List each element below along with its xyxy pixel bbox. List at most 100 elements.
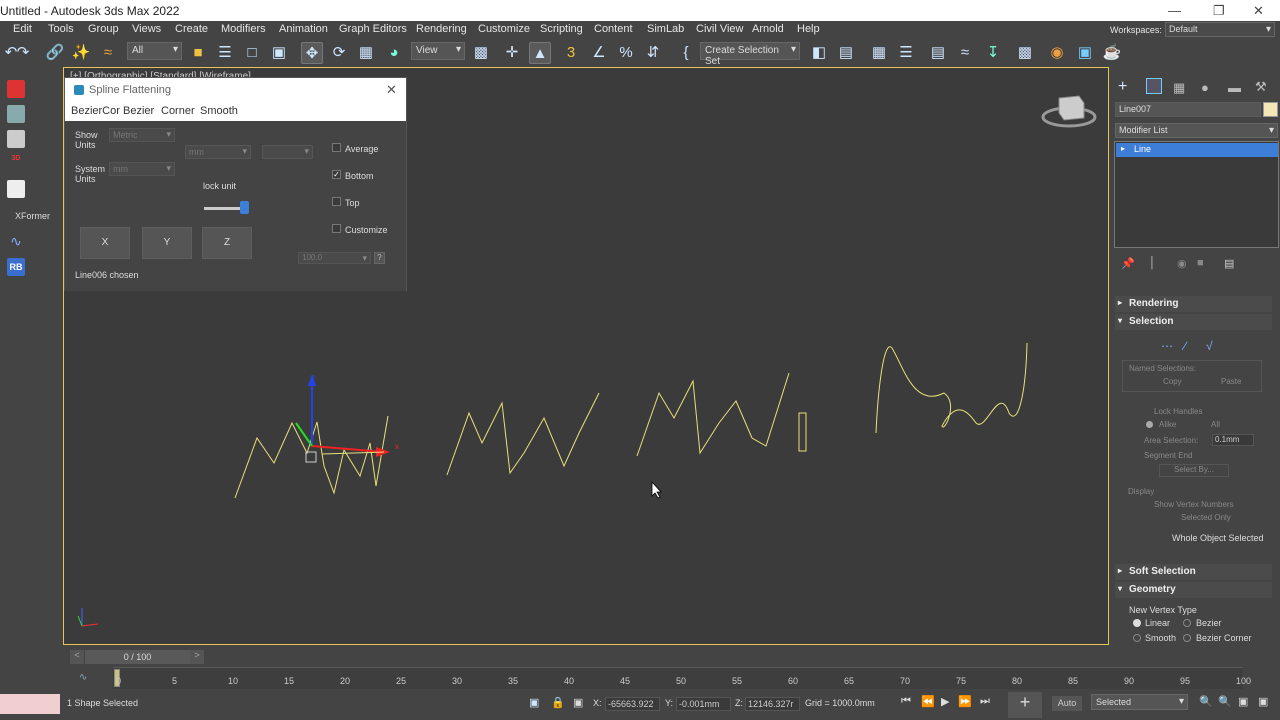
reference-coord-dropdown[interactable]: View <box>411 42 465 60</box>
menu-scripting[interactable]: Scripting <box>540 23 583 35</box>
percent-snap-icon[interactable]: % <box>615 42 637 64</box>
tab-smooth[interactable]: Smooth <box>200 105 238 117</box>
rect-selection-icon[interactable]: □ <box>241 42 263 64</box>
customize-value-spinner[interactable]: 100.0 <box>298 252 371 264</box>
auto-key-button[interactable]: Auto <box>1052 696 1082 711</box>
dialog-close-icon[interactable]: ✕ <box>386 82 397 98</box>
dialog-title-bar[interactable]: Spline Flattening ✕ <box>65 78 406 103</box>
menu-arnold[interactable]: Arnold <box>752 23 784 35</box>
lock-unit-slider-thumb[interactable] <box>240 201 249 214</box>
menu-simlab[interactable]: SimLab <box>647 23 684 35</box>
edit-named-selection-icon[interactable]: { <box>675 42 697 64</box>
all-label[interactable]: All <box>1211 420 1220 429</box>
schematic-view-icon[interactable]: ▩ <box>1014 42 1036 64</box>
select-by-button[interactable]: Select By... <box>1159 464 1229 477</box>
help-button[interactable]: ? <box>374 252 385 264</box>
xformer-label[interactable]: XFormer <box>15 211 50 221</box>
redo-icon[interactable]: ↷ <box>12 42 34 64</box>
place-icon[interactable]: ◕ <box>383 42 405 64</box>
scene-explorer-icon[interactable]: ▦ <box>868 42 890 64</box>
ribbon-icon[interactable]: ▤ <box>927 42 949 64</box>
object-color-swatch[interactable] <box>1263 102 1278 117</box>
bezier-corner-radio[interactable] <box>1183 634 1191 642</box>
selected-only-label[interactable]: Selected Only <box>1181 513 1231 522</box>
play-icon[interactable]: ▶ <box>941 695 949 708</box>
tab-corner[interactable]: Corner <box>161 105 195 117</box>
make-unique-icon[interactable]: ◉ <box>1177 257 1187 270</box>
close-window-icon[interactable]: ✕ <box>1253 3 1264 19</box>
create-tab-icon[interactable]: + <box>1118 78 1127 96</box>
3d-cad-icon[interactable]: 3D <box>7 155 25 173</box>
move-icon[interactable]: ✥ <box>301 42 323 64</box>
menu-civil-view[interactable]: Civil View <box>696 23 743 35</box>
lock-handles-label[interactable]: Lock Handles <box>1154 407 1202 416</box>
modifier-stack-item-line[interactable]: Line <box>1116 143 1278 157</box>
render-setup-icon[interactable]: ▣ <box>1074 42 1096 64</box>
motion-tab-icon[interactable]: ● <box>1201 80 1209 95</box>
tab-beziercor[interactable]: BezierCor <box>71 105 120 117</box>
smooth-radio[interactable] <box>1133 634 1141 642</box>
rb-icon[interactable]: RB <box>7 258 25 276</box>
alike-radio[interactable] <box>1146 421 1153 428</box>
prev-frame-button[interactable]: < <box>70 650 84 664</box>
mini-curve-editor-icon[interactable]: ∿ <box>79 672 87 683</box>
spline-tool-icon[interactable]: ∿ <box>7 233 25 251</box>
set-key-icon[interactable]: + <box>1008 692 1042 718</box>
modifier-list-dropdown[interactable]: Modifier List <box>1115 123 1278 138</box>
paste-button[interactable]: Paste <box>1221 377 1241 386</box>
time-slider[interactable]: 0 / 100 <box>85 650 190 664</box>
pin-stack-icon[interactable]: 📌 <box>1121 257 1135 270</box>
unit-sub-dropdown[interactable] <box>262 145 313 159</box>
absolute-mode-icon[interactable]: ▣ <box>573 696 583 709</box>
select-by-name-icon[interactable]: ☰ <box>214 42 236 64</box>
link-icon[interactable]: 🔗 <box>44 42 66 64</box>
selection-rollout[interactable]: Selection <box>1115 314 1272 330</box>
show-units-dropdown[interactable]: Metric <box>109 128 175 142</box>
spinner-snap-icon[interactable]: ⇵ <box>642 42 664 64</box>
maximize-viewport-icon[interactable]: ▣ <box>1258 695 1268 708</box>
geometry-rollout[interactable]: Geometry <box>1115 582 1272 598</box>
workspaces-dropdown[interactable]: Default <box>1165 22 1275 37</box>
dope-sheet-icon[interactable]: ↧ <box>982 42 1004 64</box>
isolate-selection-icon[interactable]: ▣ <box>529 696 539 709</box>
menu-content[interactable]: Content <box>594 23 633 35</box>
system-units-dropdown[interactable]: mm <box>109 162 175 176</box>
flatten-z-button[interactable]: Z <box>202 227 252 259</box>
align-icon[interactable]: ▤ <box>835 42 857 64</box>
copy-button[interactable]: Copy <box>1163 377 1182 386</box>
select-object-icon[interactable]: ■ <box>187 42 209 64</box>
restore-icon[interactable]: ❐ <box>1213 3 1225 19</box>
menu-create[interactable]: Create <box>175 23 208 35</box>
segment-mode-icon[interactable]: ∕ <box>1184 339 1204 355</box>
show-end-result-icon[interactable]: │ <box>1149 257 1156 269</box>
soft-selection-rollout[interactable]: Soft Selection <box>1115 564 1272 580</box>
next-frame-icon[interactable]: ⏩ <box>958 695 972 708</box>
rotate-icon[interactable]: ⟳ <box>328 42 350 64</box>
average-checkbox[interactable] <box>332 143 341 152</box>
area-selection-label[interactable]: Area Selection: <box>1144 436 1198 445</box>
selection-lock-icon[interactable]: 🔒 <box>551 696 565 709</box>
segment-end-label[interactable]: Segment End <box>1144 451 1192 460</box>
window-crossing-icon[interactable]: ▣ <box>268 42 290 64</box>
menu-edit[interactable]: Edit <box>13 23 32 35</box>
minimize-icon[interactable]: — <box>1168 3 1181 18</box>
show-vertex-numbers-label[interactable]: Show Vertex Numbers <box>1154 500 1234 509</box>
expand-arrow-icon[interactable]: ▸ <box>1121 144 1125 153</box>
go-to-end-icon[interactable]: ⏭ <box>980 695 990 708</box>
zoom-extents-icon[interactable]: ▣ <box>1238 695 1248 708</box>
previous-frame-icon[interactable]: ⏪ <box>921 695 935 708</box>
curve-editor-icon[interactable]: ≈ <box>954 42 976 64</box>
menu-views[interactable]: Views <box>132 23 161 35</box>
go-to-start-icon[interactable]: ⏮ <box>901 695 911 708</box>
configure-sets-icon[interactable]: ▤ <box>1224 257 1234 270</box>
remove-modifier-icon[interactable]: ■ <box>1197 257 1204 269</box>
zoom-icon[interactable]: 🔍 <box>1199 695 1213 708</box>
menu-graph-editors[interactable]: Graph Editors <box>339 23 407 35</box>
customize-checkbox[interactable] <box>332 224 341 233</box>
y-coord-field[interactable]: -0.001mm <box>676 697 731 711</box>
bezier-radio[interactable] <box>1183 619 1191 627</box>
z-coord-field[interactable]: 12146.327r <box>745 697 800 711</box>
top-checkbox[interactable] <box>332 197 341 206</box>
menu-help[interactable]: Help <box>797 23 820 35</box>
menu-group[interactable]: Group <box>88 23 119 35</box>
